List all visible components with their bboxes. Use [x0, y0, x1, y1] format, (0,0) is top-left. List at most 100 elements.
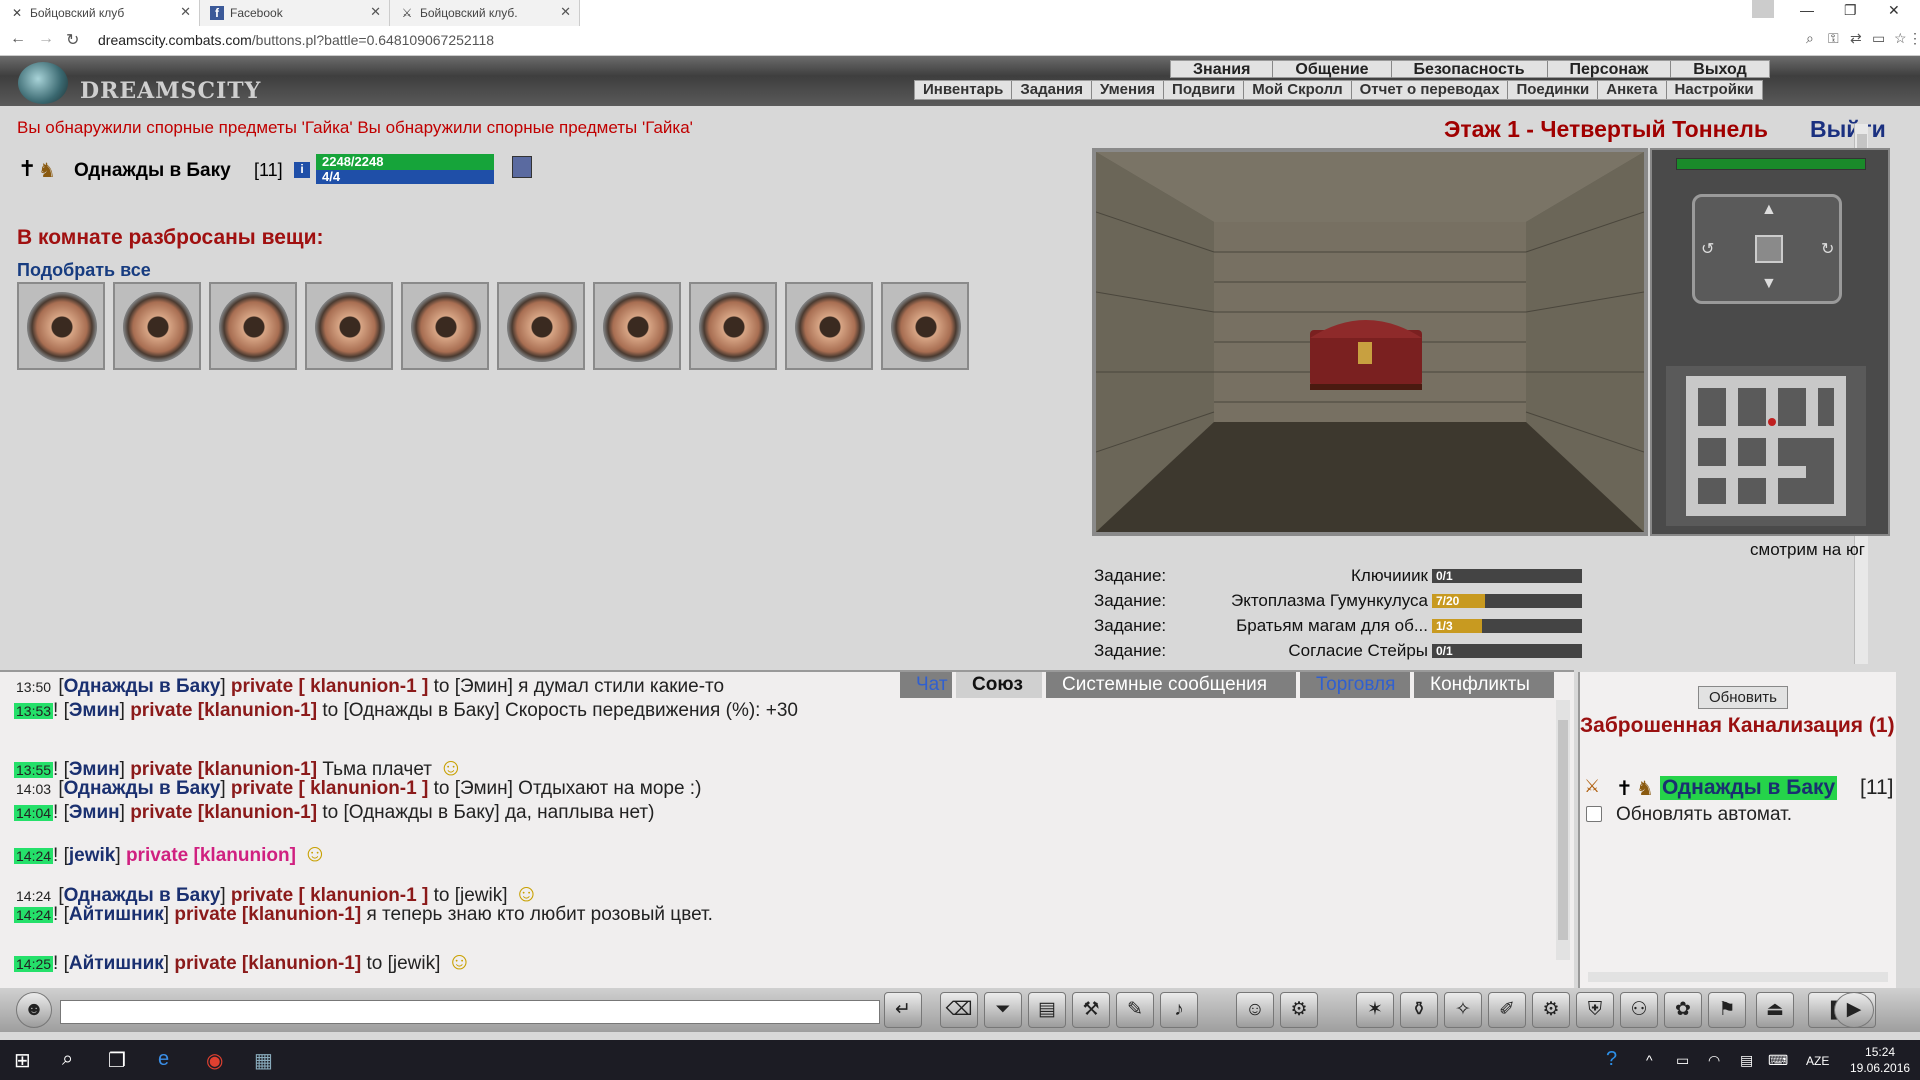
- dungeon-view[interactable]: [1092, 148, 1648, 536]
- chat-author[interactable]: Айтишник: [69, 904, 164, 925]
- chat-channel[interactable]: private [klanunion-1]: [130, 802, 317, 823]
- chat-timestamp[interactable]: 14:04: [14, 805, 54, 821]
- shield-icon[interactable]: ⛨: [1576, 992, 1614, 1028]
- menu-social[interactable]: Общение: [1273, 61, 1392, 78]
- notification-icon[interactable]: ▤: [1740, 1052, 1753, 1069]
- tab-trade[interactable]: Торговля: [1300, 672, 1410, 698]
- tab-chat[interactable]: Чат: [900, 672, 952, 698]
- close-icon[interactable]: ✕: [180, 4, 191, 20]
- tab-system-messages[interactable]: Системные сообщения: [1046, 672, 1296, 698]
- room-item-nut[interactable]: [401, 282, 489, 370]
- chat-input[interactable]: [60, 1000, 880, 1024]
- submenu-quests[interactable]: Задания: [1012, 81, 1092, 99]
- menu-logout[interactable]: Выход: [1671, 61, 1768, 78]
- chat-author[interactable]: Однажды в Баку: [64, 778, 221, 799]
- submenu-skills[interactable]: Умения: [1092, 81, 1165, 99]
- menu-security[interactable]: Безопасность: [1392, 61, 1548, 78]
- paw-icon[interactable]: ✿: [1664, 992, 1702, 1028]
- zoom-icon[interactable]: ⌕: [1806, 30, 1814, 47]
- emoticon-icon[interactable]: ☺: [1236, 992, 1274, 1028]
- play-icon[interactable]: ▶: [1834, 992, 1874, 1028]
- chat-channel[interactable]: private [ klanunion-1 ]: [231, 885, 428, 906]
- player-name[interactable]: Однажды в Баку: [74, 160, 231, 182]
- menu-knowledge[interactable]: Знания: [1171, 61, 1274, 78]
- auto-refresh-checkbox[interactable]: [1586, 806, 1602, 822]
- search-icon[interactable]: ⌕: [62, 1048, 73, 1071]
- chat-author[interactable]: Эмин: [69, 700, 120, 721]
- clan-horse-icon[interactable]: ♞: [38, 158, 56, 183]
- chat-timestamp[interactable]: 14:24: [14, 907, 54, 923]
- game-client-icon[interactable]: ▦: [254, 1048, 273, 1073]
- arrow-up-icon[interactable]: ▲: [1761, 201, 1777, 219]
- chrome-icon[interactable]: ◉: [206, 1048, 223, 1073]
- chat-scrollbar-thumb[interactable]: [1558, 720, 1568, 940]
- turn-left-icon[interactable]: ↺: [1701, 239, 1714, 259]
- sound-icon[interactable]: ♪: [1160, 992, 1198, 1028]
- chat-author[interactable]: Эмин: [69, 759, 120, 780]
- submenu-transfers[interactable]: Отчет о переводах: [1352, 81, 1509, 99]
- save-log-icon[interactable]: ▤: [1028, 992, 1066, 1028]
- chat-timestamp[interactable]: 13:53: [14, 703, 54, 719]
- tab-facebook[interactable]: f Facebook ✕: [200, 0, 390, 26]
- chat-recipient[interactable]: to [jewik]: [434, 885, 508, 906]
- chat-timestamp[interactable]: 14:03: [14, 781, 53, 797]
- refresh-room-icon[interactable]: [1755, 235, 1783, 263]
- room-item-nut[interactable]: [593, 282, 681, 370]
- bookmark-star-icon[interactable]: ☆: [1894, 30, 1907, 47]
- gear-icon[interactable]: ⚙: [1532, 992, 1570, 1028]
- chat-channel[interactable]: private [ klanunion-1 ]: [231, 676, 428, 697]
- room-item-nut[interactable]: [113, 282, 201, 370]
- filter-icon[interactable]: ⏷: [984, 992, 1022, 1028]
- refresh-button[interactable]: Обновить: [1698, 686, 1788, 709]
- tray-up-icon[interactable]: ^: [1646, 1052, 1653, 1068]
- reload-icon[interactable]: ↻: [66, 30, 79, 50]
- chat-recipient[interactable]: to [Эмин]: [434, 778, 513, 799]
- exit-dungeon-icon[interactable]: ⏏: [1756, 992, 1794, 1028]
- treasure-icon[interactable]: ✧: [1444, 992, 1482, 1028]
- scroll-icon[interactable]: [512, 156, 532, 178]
- minimize-icon[interactable]: —: [1800, 2, 1814, 18]
- restore-icon[interactable]: ❐: [1844, 2, 1857, 19]
- profile-icon[interactable]: [1752, 0, 1774, 18]
- submenu-inventory[interactable]: Инвентарь: [915, 81, 1013, 99]
- back-icon[interactable]: ←: [10, 30, 26, 48]
- online-hscrollbar[interactable]: [1588, 972, 1888, 982]
- chat-channel[interactable]: private [klanunion-1]: [130, 700, 317, 721]
- chat-channel[interactable]: private [klanunion]: [126, 845, 296, 866]
- menu-icon[interactable]: ⋮: [1908, 30, 1920, 47]
- clan-horse-icon[interactable]: ♞: [1636, 776, 1654, 801]
- close-icon[interactable]: ✕: [370, 4, 381, 20]
- chat-timestamp[interactable]: 14:25: [14, 956, 54, 972]
- tab-union[interactable]: Союз: [956, 672, 1042, 698]
- compass-control[interactable]: ▲ ▼ ↺ ↻: [1692, 194, 1842, 304]
- online-member-name[interactable]: Однажды в Баку: [1660, 776, 1838, 800]
- exit-link[interactable]: Выйти: [1810, 116, 1886, 143]
- chat-author[interactable]: Однажды в Баку: [64, 676, 221, 697]
- submenu-my-scroll[interactable]: Мой Скролл: [1244, 81, 1352, 99]
- attack-icon[interactable]: ⚔: [1584, 776, 1600, 797]
- fighter-icon[interactable]: ⚒: [1072, 992, 1110, 1028]
- chat-author[interactable]: Айтишник: [69, 953, 164, 974]
- chat-channel[interactable]: private [klanunion-1]: [174, 904, 361, 925]
- close-window-icon[interactable]: ✕: [1888, 2, 1900, 19]
- windows-start-icon[interactable]: ⊞: [14, 1048, 31, 1073]
- chat-timestamp[interactable]: 14:24: [14, 848, 54, 864]
- clear-icon[interactable]: ⌫: [940, 992, 978, 1028]
- chat-author[interactable]: Эмин: [69, 802, 120, 823]
- arrow-down-icon[interactable]: ▼: [1761, 275, 1777, 293]
- send-icon[interactable]: ↵: [884, 992, 922, 1028]
- close-icon[interactable]: ✕: [560, 4, 571, 20]
- spell-icon[interactable]: ✶: [1356, 992, 1394, 1028]
- chat-recipient[interactable]: to [Однажды в Баку]: [322, 802, 499, 823]
- translit-icon[interactable]: ✎: [1116, 992, 1154, 1028]
- language-indicator[interactable]: AZE: [1806, 1054, 1829, 1068]
- pick-all-link[interactable]: Подобрать все: [17, 260, 151, 281]
- chat-timestamp[interactable]: 13:55: [14, 762, 54, 778]
- wifi-icon[interactable]: ◠: [1708, 1052, 1720, 1069]
- room-item-nut[interactable]: [17, 282, 105, 370]
- chat-channel[interactable]: private [klanunion-1]: [174, 953, 361, 974]
- info-icon[interactable]: i: [294, 162, 310, 178]
- tab-combats[interactable]: ⚔ Бойцовский клуб. ✕: [390, 0, 580, 26]
- scroll-spell-icon[interactable]: ✐: [1488, 992, 1526, 1028]
- menu-character[interactable]: Персонаж: [1548, 61, 1672, 78]
